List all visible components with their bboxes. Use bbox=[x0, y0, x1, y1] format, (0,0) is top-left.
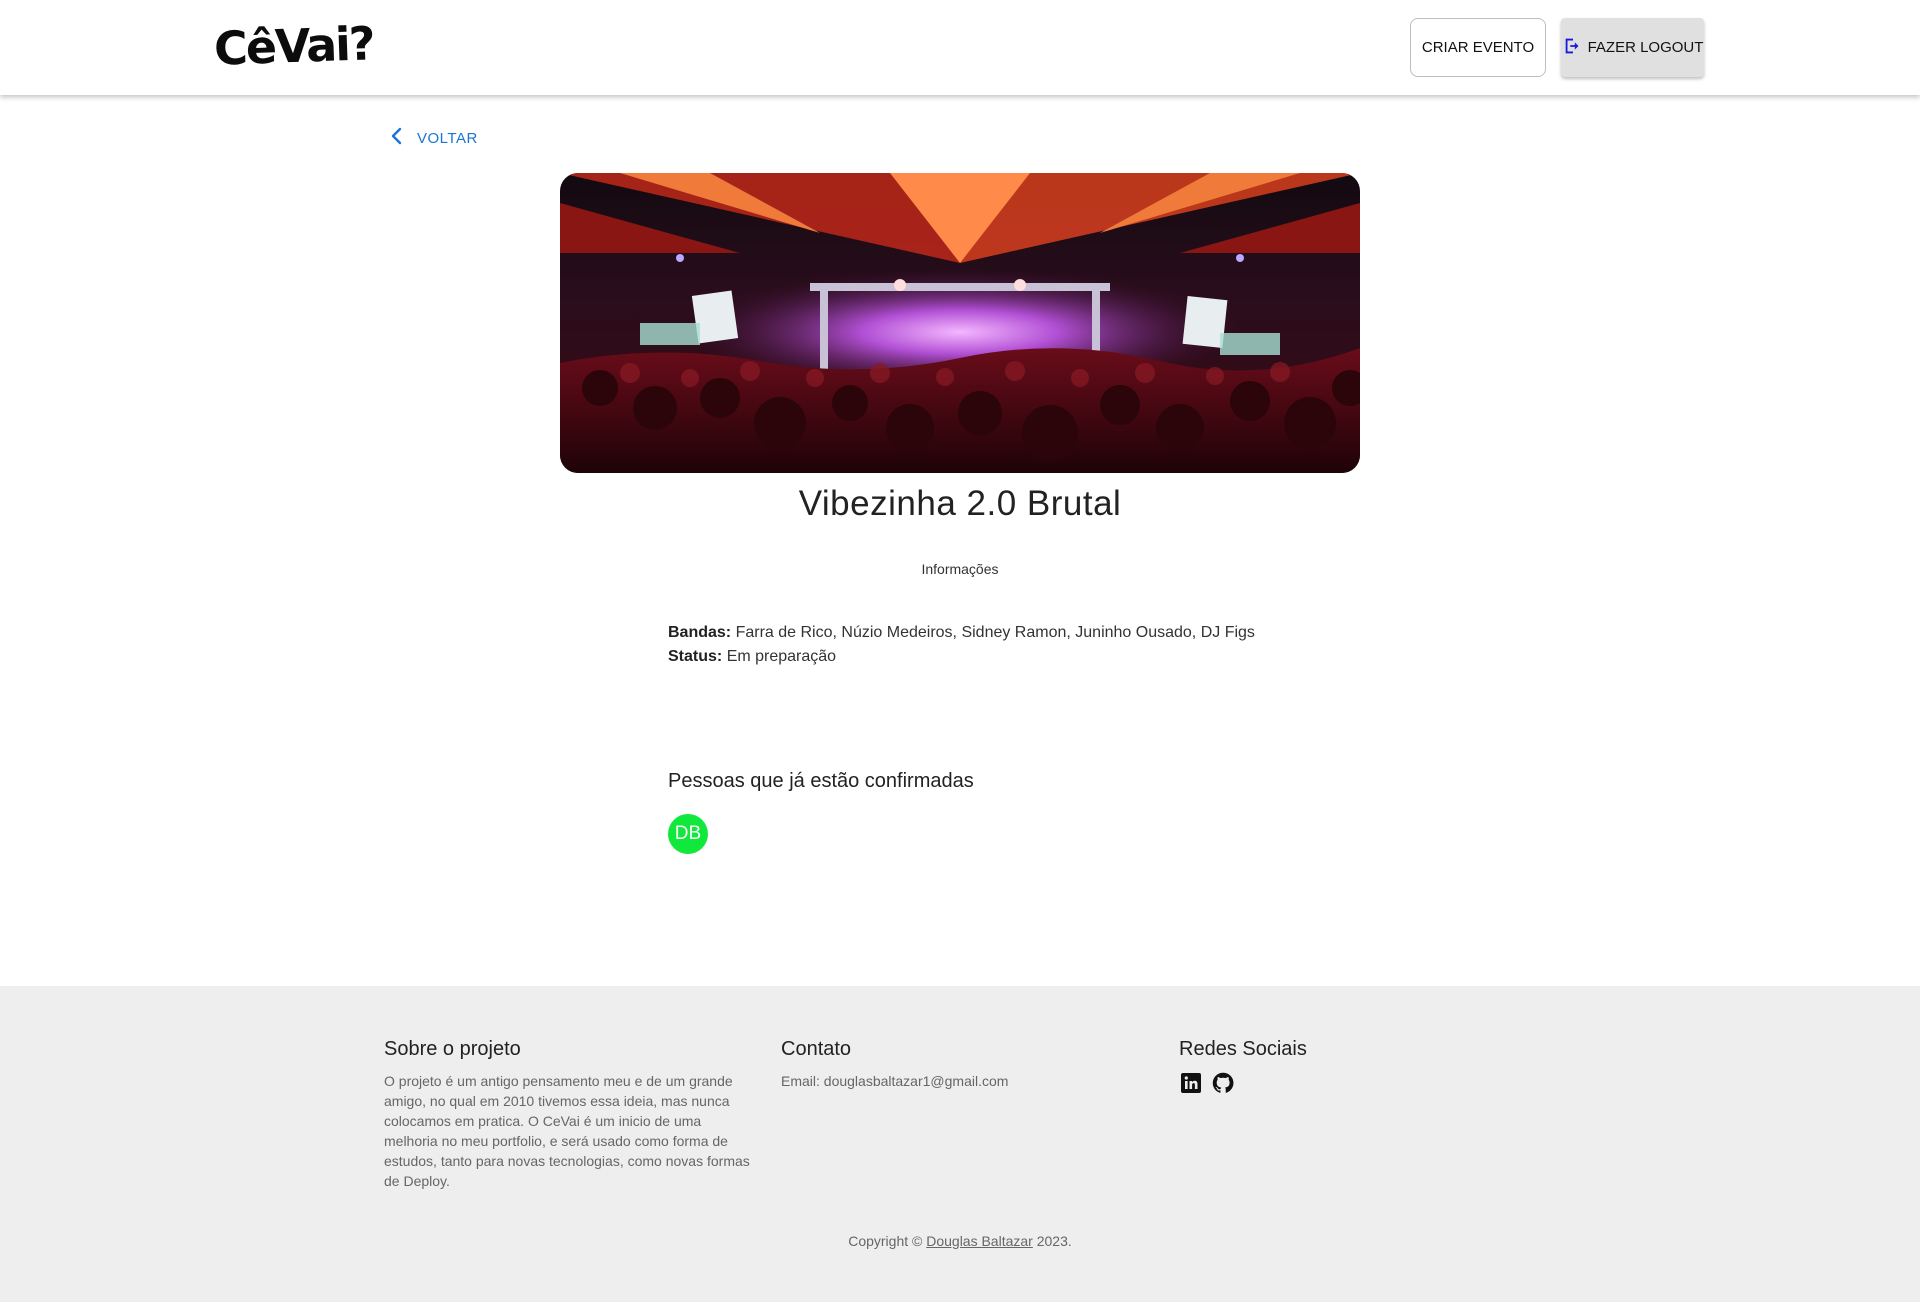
footer-about: Sobre o projeto O projeto é um antigo pe… bbox=[384, 1038, 754, 1191]
status-row: Status: Em preparação bbox=[668, 648, 836, 666]
chevron-left-icon bbox=[385, 124, 409, 152]
copyright: Copyright © Douglas Baltazar 2023. bbox=[0, 1233, 1920, 1249]
logout-button[interactable]: FAZER LOGOUT bbox=[1561, 18, 1704, 77]
footer-social: Redes Sociais bbox=[1179, 1038, 1479, 1095]
contact-title: Contato bbox=[781, 1038, 852, 1060]
logo[interactable]: CêVai? bbox=[213, 15, 374, 77]
create-event-button[interactable]: CRIAR EVENTO bbox=[1410, 18, 1546, 77]
linkedin-icon[interactable] bbox=[1179, 1071, 1203, 1095]
bandas-label: Bandas: bbox=[668, 624, 732, 641]
confirmed-title: Pessoas que já estão confirmadas bbox=[668, 770, 974, 792]
tab-informacoes[interactable]: Informações bbox=[860, 561, 1060, 577]
back-label: VOLTAR bbox=[417, 129, 478, 147]
app-header: CêVai? CRIAR EVENTO FAZER LOGOUT bbox=[0, 0, 1920, 95]
page-footer: Sobre o projeto O projeto é um antigo pe… bbox=[0, 986, 1920, 1302]
about-text: O projeto é um antigo pensamento meu e d… bbox=[384, 1073, 750, 1189]
contact-email: Email: douglasbaltazar1@gmail.com bbox=[781, 1073, 1009, 1089]
social-title: Redes Sociais bbox=[1179, 1038, 1307, 1060]
logout-icon bbox=[1562, 35, 1584, 61]
copyright-year: 2023. bbox=[1036, 1233, 1072, 1249]
status-value: Em preparação bbox=[726, 648, 837, 665]
copyright-prefix: Copyright © bbox=[848, 1233, 923, 1249]
bandas-row: Bandas: Farra de Rico, Núzio Medeiros, S… bbox=[668, 624, 1255, 642]
footer-contact: Contato Email: douglasbaltazar1@gmail.co… bbox=[781, 1038, 1151, 1091]
event-banner-image bbox=[560, 173, 1360, 473]
about-title: Sobre o projeto bbox=[384, 1038, 521, 1060]
github-icon[interactable] bbox=[1211, 1071, 1235, 1095]
social-icons bbox=[1179, 1071, 1479, 1095]
back-link[interactable]: VOLTAR bbox=[385, 124, 478, 152]
logout-label: FAZER LOGOUT bbox=[1587, 39, 1704, 56]
bandas-value: Farra de Rico, Núzio Medeiros, Sidney Ra… bbox=[735, 624, 1255, 641]
event-title: Vibezinha 2.0 Brutal bbox=[798, 484, 1122, 523]
status-label: Status: bbox=[668, 648, 723, 665]
copyright-author-link[interactable]: Douglas Baltazar bbox=[926, 1233, 1033, 1249]
avatar[interactable]: DB bbox=[668, 814, 708, 854]
